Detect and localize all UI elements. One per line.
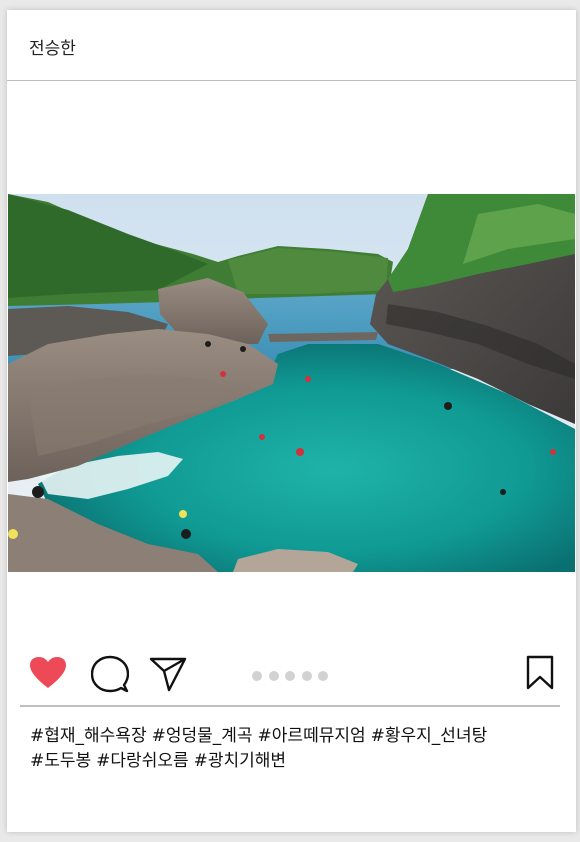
speech-bubble-icon[interactable] — [91, 655, 129, 693]
coastal-lagoon-image — [8, 194, 575, 572]
heart-filled-icon[interactable] — [29, 656, 67, 690]
hashtag[interactable]: #황우지_선녀탕 — [371, 726, 488, 746]
hashtag[interactable]: #다랑쉬오름 — [96, 751, 188, 771]
post-header: 전승한 — [7, 10, 576, 81]
post-card: 전승한 #협재_해수욕장 #엉덩물_계곡 #아르떼뮤지엄 #황우지_선녀탕 #도… — [7, 10, 576, 832]
hashtag[interactable]: #광치기해변 — [194, 751, 286, 771]
carousel-dot — [285, 671, 295, 681]
caption: #협재_해수욕장 #엉덩물_계곡 #아르떼뮤지엄 #황우지_선녀탕 #도두봉 #다랑쉬오… — [30, 724, 550, 774]
carousel-dot — [268, 671, 279, 681]
username[interactable]: 전승한 — [29, 34, 76, 59]
action-bar — [7, 650, 576, 700]
hashtag[interactable]: #엉덩물_계곡 — [152, 726, 253, 746]
carousel-indicator — [252, 666, 335, 681]
hashtag[interactable]: #협재_해수욕장 — [30, 726, 147, 746]
divider — [20, 705, 560, 707]
paper-plane-icon[interactable] — [149, 656, 187, 692]
bookmark-icon[interactable] — [526, 655, 554, 691]
hashtag[interactable]: #도두봉 — [30, 751, 91, 771]
post-photo[interactable] — [8, 194, 575, 572]
carousel-dot — [318, 671, 328, 681]
carousel-dot — [301, 671, 312, 681]
carousel-dot — [252, 671, 262, 681]
hashtag[interactable]: #아르떼뮤지엄 — [258, 726, 366, 746]
